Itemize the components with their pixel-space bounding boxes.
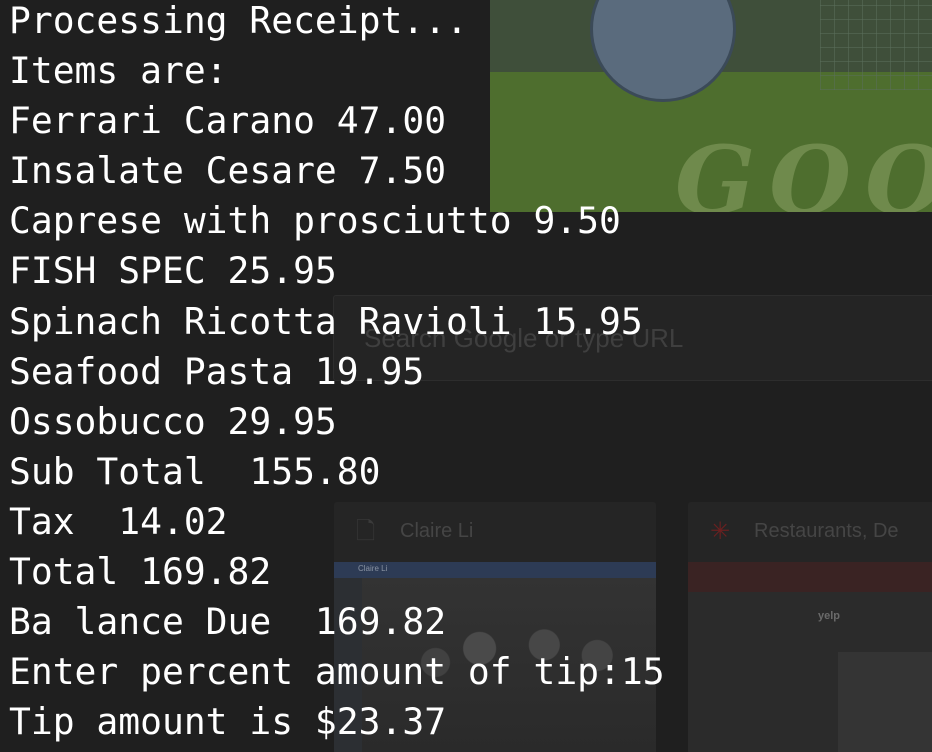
tip-amount-line: Tip amount is $23.37 <box>9 700 447 744</box>
output-line: Items are: <box>9 49 228 93</box>
yelp-content <box>838 652 932 752</box>
terminal-output: Processing Receipt... Items are: Ferrari… <box>9 0 665 747</box>
receipt-item-line: Ossobucco 29.95 <box>9 399 337 443</box>
tile-header: ✳ Restaurants, De <box>688 502 932 560</box>
most-visited-tile-restaurants[interactable]: ✳ Restaurants, De yelp <box>688 502 932 752</box>
receipt-item-line: Insalate Cesare 7.50 <box>9 149 447 193</box>
doodle-goal-net <box>820 0 932 90</box>
tile-thumbnail: yelp <box>688 562 932 752</box>
screen: GOO Search Google or type URL 🗋 Claire L… <box>0 0 932 752</box>
tax-line: Tax 14.02 <box>9 499 228 543</box>
balance-due-line: Ba lance Due 169.82 <box>9 600 447 644</box>
receipt-item-line: Spinach Ricotta Ravioli 15.95 <box>9 299 643 343</box>
doodle-logo-text: GOO <box>675 126 932 212</box>
yelp-icon: ✳ <box>710 517 731 545</box>
total-line: Total 169.82 <box>9 550 272 594</box>
subtotal-line: Sub Total 155.80 <box>9 449 381 493</box>
tile-title: Restaurants, De <box>754 520 899 542</box>
receipt-item-line: FISH SPEC 25.95 <box>9 249 337 293</box>
output-line: Processing Receipt... <box>9 0 468 42</box>
tip-prompt-line[interactable]: Enter percent amount of tip:15 <box>9 647 665 697</box>
yelp-header-bar <box>688 562 932 592</box>
receipt-item-line: Caprese with prosciutto 9.50 <box>9 199 621 243</box>
receipt-item-line: Ferrari Carano 47.00 <box>9 99 447 143</box>
yelp-logo: yelp <box>818 610 841 622</box>
receipt-item-line: Seafood Pasta 19.95 <box>9 349 425 393</box>
